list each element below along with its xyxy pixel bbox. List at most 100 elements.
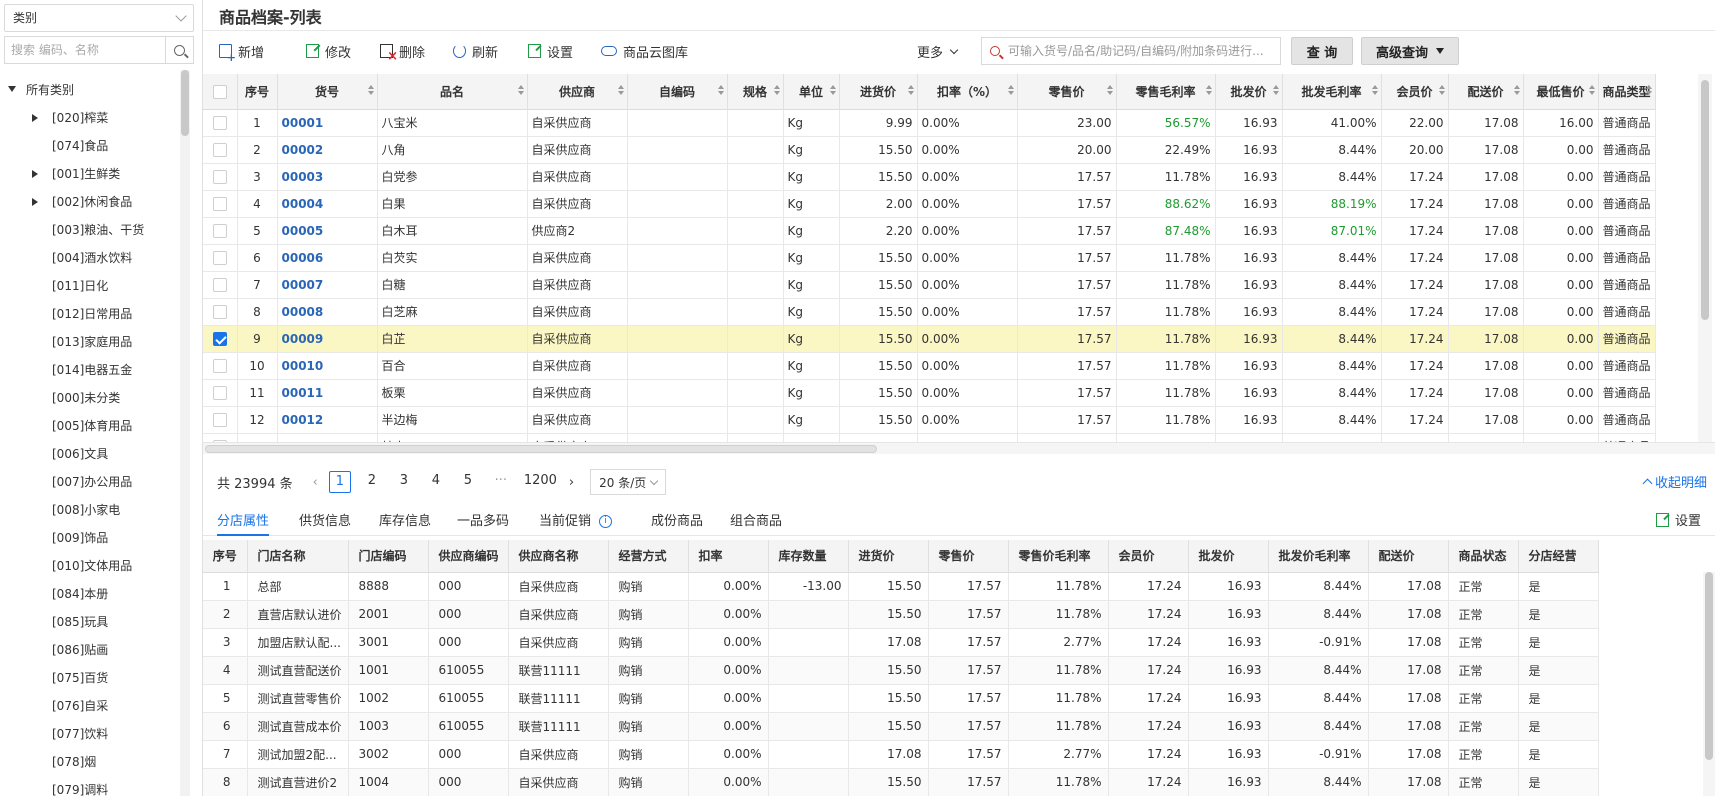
tree-item[interactable]: [005]体育用品 <box>0 412 184 440</box>
row-checkbox[interactable] <box>212 223 227 238</box>
tree-item[interactable]: [012]日常用品 <box>0 300 184 328</box>
detail-vertical-scrollbar[interactable] <box>1703 572 1715 796</box>
detail-column-header[interactable]: 供应商名称 <box>508 540 609 573</box>
prev-page-button[interactable]: ‹ <box>313 475 318 490</box>
edit-button[interactable]: 修改 <box>306 36 351 66</box>
detail-column-header[interactable]: 进货价 <box>848 540 929 573</box>
column-header[interactable]: 扣率（%） <box>917 74 1018 110</box>
column-header[interactable]: 商品类型 <box>1598 74 1656 110</box>
column-header[interactable]: 会员价 <box>1381 74 1449 110</box>
table-row[interactable]: 1 总部 8888 000 自采供应商 购销 0.00% -13.00 15.50 17.57 11… <box>203 572 1599 601</box>
cell-code[interactable]: 00008 <box>277 298 378 326</box>
category-search-input[interactable] <box>5 37 165 63</box>
next-page-button[interactable]: › <box>569 475 574 490</box>
column-header[interactable]: 规格 <box>727 74 784 110</box>
more-dropdown[interactable]: 更多 <box>917 36 959 66</box>
column-header[interactable]: 品名 <box>377 74 528 110</box>
row-checkbox[interactable] <box>212 412 227 427</box>
table-row[interactable]: 4 00004 白果 自采供应商 Kg 2.00 0.00% 17.57 88.62% 16.93… <box>203 190 1656 218</box>
table-row[interactable]: 12 00012 半边梅 自采供应商 Kg 15.50 0.00% 17.57 11.78% 16… <box>203 406 1656 434</box>
column-header[interactable]: 序号 <box>237 74 278 110</box>
tree-item[interactable]: [007]办公用品 <box>0 468 184 496</box>
table-row[interactable]: 7 00007 白糖 自采供应商 Kg 15.50 0.00% 17.57 11.78% 16.9… <box>203 271 1656 299</box>
delete-button[interactable]: 删除 <box>380 36 425 66</box>
tree-item[interactable]: [011]日化 <box>0 272 184 300</box>
sidebar-scroll-thumb[interactable] <box>181 70 189 136</box>
detail-vertical-scroll-thumb[interactable] <box>1705 572 1713 760</box>
row-checkbox[interactable] <box>212 196 227 211</box>
grid-horizontal-scrollbar[interactable] <box>203 442 1715 454</box>
collapse-detail-link[interactable]: 收起明细 <box>1642 472 1707 491</box>
grid-vertical-scroll-thumb[interactable] <box>1701 80 1709 320</box>
table-row[interactable]: 7 测试加盟2配... 3002 000 自采供应商 购销 0.00% 17.08 17.57 2… <box>203 740 1599 769</box>
cell-code[interactable]: 00012 <box>277 406 378 434</box>
detail-column-header[interactable]: 扣率 <box>688 540 769 573</box>
tab-2[interactable]: 供货信息 <box>299 510 351 536</box>
caret-right-icon[interactable] <box>32 198 38 206</box>
detail-column-header[interactable]: 批发价毛利率 <box>1268 540 1369 573</box>
column-header[interactable]: 批发价 <box>1215 74 1283 110</box>
caret-right-icon[interactable] <box>32 170 38 178</box>
tab-3[interactable]: 库存信息 <box>379 510 431 536</box>
page-1[interactable]: 1 <box>328 471 351 493</box>
row-checkbox[interactable] <box>212 358 227 373</box>
detail-column-header[interactable]: 门店编码 <box>348 540 429 573</box>
tree-item[interactable]: [074]食品 <box>0 132 184 160</box>
advanced-query-button[interactable]: 高级查询 <box>1361 37 1459 65</box>
caret-down-icon[interactable] <box>8 86 16 92</box>
sidebar-scrollbar[interactable] <box>180 70 190 796</box>
tree-item[interactable]: [075]百货 <box>0 664 184 692</box>
tab-6[interactable]: 成份商品 <box>651 510 703 536</box>
table-row[interactable]: 6 00006 白芡实 自采供应商 Kg 15.50 0.00% 17.57 11.78% 16.… <box>203 244 1656 272</box>
tree-item[interactable]: [020]榨菜 <box>0 104 184 132</box>
tree-item[interactable]: [077]饮料 <box>0 720 184 748</box>
detail-column-header[interactable]: 经营方式 <box>608 540 689 573</box>
table-row[interactable]: 2 直营店默认进价 2001 000 自采供应商 购销 0.00% 15.50 17.57 11.… <box>203 600 1599 629</box>
table-row[interactable]: 3 加盟店默认配... 3001 000 自采供应商 购销 0.00% 17.08 17.57 2… <box>203 628 1599 657</box>
detail-column-header[interactable]: 零售价 <box>928 540 1009 573</box>
cloud-gallery-button[interactable]: 商品云图库 <box>601 36 688 66</box>
row-checkbox[interactable] <box>212 331 227 346</box>
cell-code[interactable]: 00004 <box>277 190 378 218</box>
tree-item[interactable]: [013]家庭用品 <box>0 328 184 356</box>
detail-column-header[interactable]: 批发价 <box>1188 540 1269 573</box>
product-search-input[interactable] <box>1000 44 1280 58</box>
row-checkbox[interactable] <box>212 142 227 157</box>
cell-code[interactable]: 00001 <box>277 109 378 137</box>
table-row[interactable]: 6 测试直营成本价 1003 610055 联营11111 购销 0.00% 15.50 17.… <box>203 712 1599 741</box>
category-search-button[interactable] <box>165 37 193 63</box>
page-ellipsis[interactable]: ··· <box>490 471 512 493</box>
table-row[interactable]: 4 测试直营配送价 1001 610055 联营11111 购销 0.00% 15.50 17.… <box>203 656 1599 685</box>
category-select[interactable]: 类别 <box>4 4 194 32</box>
row-checkbox[interactable] <box>212 169 227 184</box>
tab-5[interactable]: 当前促销 i <box>539 510 613 536</box>
column-header[interactable]: 单位 <box>783 74 840 110</box>
tree-item[interactable]: 所有类别 <box>0 76 184 104</box>
detail-column-header[interactable]: 序号 <box>203 540 248 573</box>
table-row[interactable]: 5 测试直营零售价 1002 610055 联营11111 购销 0.00% 15.50 17.… <box>203 684 1599 713</box>
tree-item[interactable]: [003]粮油、干货 <box>0 216 184 244</box>
page-last[interactable]: 1200 <box>524 471 557 493</box>
row-checkbox[interactable] <box>212 250 227 265</box>
page-4[interactable]: 4 <box>425 471 447 493</box>
page-2[interactable]: 2 <box>361 471 383 493</box>
detail-column-header[interactable]: 商品状态 <box>1448 540 1519 573</box>
tree-item[interactable]: [000]未分类 <box>0 384 184 412</box>
grid-horizontal-scroll-thumb[interactable] <box>205 445 877 453</box>
detail-settings-button[interactable]: 设置 <box>1655 510 1701 529</box>
table-row[interactable]: 2 00002 八角 自采供应商 Kg 15.50 0.00% 20.00 22.49% 16.9… <box>203 136 1656 164</box>
page-size-select[interactable]: 20 条/页 <box>590 469 667 495</box>
table-row[interactable]: 3 00003 白党参 自采供应商 Kg 15.50 0.00% 17.57 11.78% 16.… <box>203 163 1656 191</box>
cell-code[interactable]: 00007 <box>277 271 378 299</box>
tree-item[interactable]: [010]文体用品 <box>0 552 184 580</box>
column-header[interactable]: 自编码 <box>627 74 728 110</box>
caret-right-icon[interactable] <box>32 114 38 122</box>
tab-4[interactable]: 一品多码 <box>457 510 509 536</box>
tree-item[interactable]: [006]文具 <box>0 440 184 468</box>
tab-1[interactable]: 分店属性 <box>217 510 270 536</box>
cell-code[interactable]: 00011 <box>277 379 378 407</box>
row-checkbox[interactable] <box>212 304 227 319</box>
tree-item[interactable]: [079]调料 <box>0 776 184 796</box>
column-header[interactable]: 零售毛利率 <box>1116 74 1216 110</box>
info-icon[interactable]: i <box>599 515 613 528</box>
